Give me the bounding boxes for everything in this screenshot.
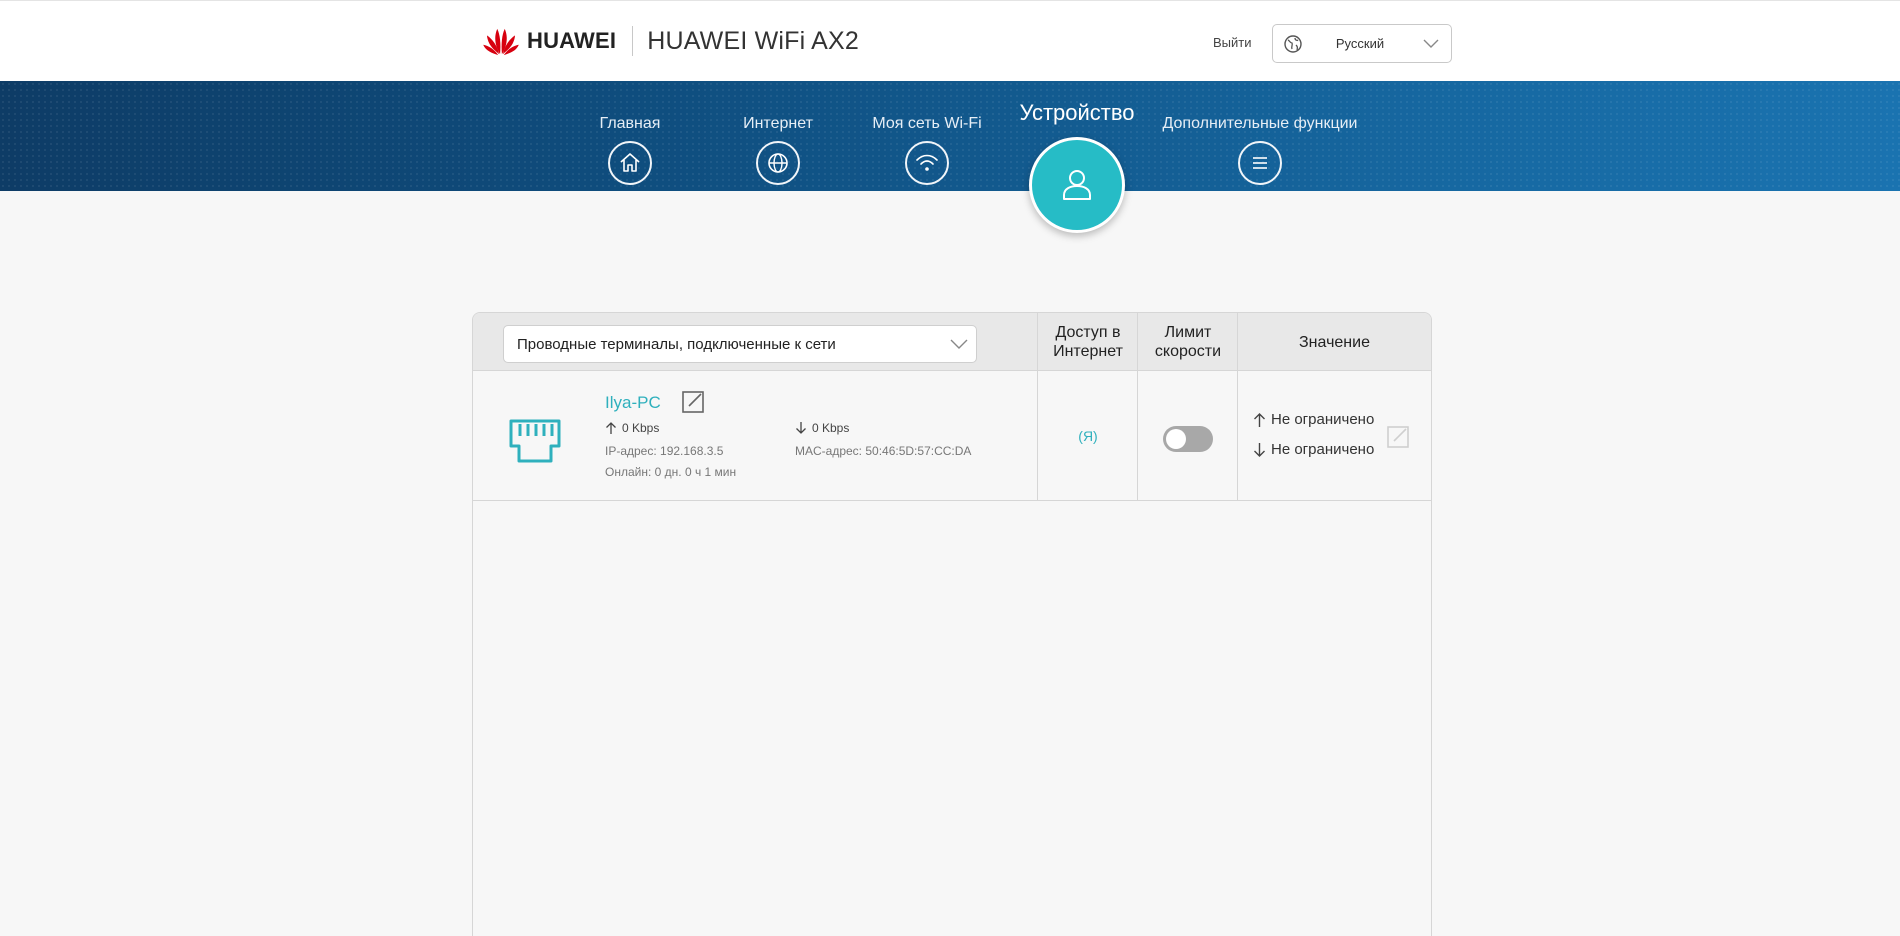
download-rate-value: 0 Kbps	[812, 421, 850, 435]
nav-label: Интернет	[743, 115, 813, 132]
nav-item-home[interactable]: Главная	[565, 81, 695, 191]
upload-rate-value: 0 Kbps	[622, 421, 660, 435]
device-filter-value: Проводные терминалы, подключенные к сети	[517, 335, 836, 353]
upload-rate: 0 Kbps	[605, 421, 659, 435]
brand: HUAWEI HUAWEI WiFi AX2	[482, 23, 859, 59]
column-header-value-label: Значение	[1299, 333, 1370, 351]
nav-item-wifi[interactable]: Моя сеть Wi-Fi	[857, 81, 997, 191]
device-filter-select[interactable]: Проводные терминалы, подключенные к сети	[503, 325, 977, 363]
arrow-down-icon	[796, 422, 806, 434]
column-header-speed-limit: Лимит скорости	[1138, 313, 1238, 371]
language-select-value: Русский	[1335, 36, 1385, 51]
ip-address: IP-адрес: 192.168.3.5	[605, 444, 724, 458]
column-header-value: Значение	[1238, 313, 1431, 371]
nav-label: Моя сеть Wi-Fi	[872, 115, 982, 132]
arrow-down-icon	[1254, 442, 1265, 457]
speed-limit-toggle[interactable]	[1163, 426, 1213, 452]
nav-item-advanced[interactable]: Дополнительные функции	[1160, 81, 1360, 191]
column-header-access: Доступ в Интернет	[1038, 313, 1138, 371]
arrow-up-icon	[1254, 412, 1265, 427]
limit-upload-value: Не ограничено	[1271, 411, 1375, 428]
edit-icon[interactable]	[1385, 424, 1411, 450]
internet-access-value: (Я)	[1078, 428, 1098, 444]
download-rate: 0 Kbps	[795, 421, 849, 435]
limit-upload: Не ограничено	[1253, 411, 1374, 428]
top-header: HUAWEI HUAWEI WiFi AX2 Выйти Русский	[0, 0, 1900, 81]
nav-label: Дополнительные функции	[1162, 115, 1358, 132]
device-name[interactable]: Ilya-PC	[605, 393, 661, 413]
limit-download-value: Не ограничено	[1271, 441, 1375, 458]
brand-name: HUAWEI	[527, 28, 617, 53]
brand-divider	[632, 26, 634, 56]
huawei-logo-icon	[483, 28, 519, 56]
nav-label: Главная	[599, 115, 661, 132]
edit-icon[interactable]	[681, 390, 705, 414]
main-navigation: Главная Интернет Моя сеть Wi-Fi Дополнит…	[0, 81, 1900, 191]
menu-icon	[1238, 141, 1282, 185]
user-icon	[1063, 170, 1091, 200]
mac-address: MAC-адрес: 50:46:5D:57:CC:DA	[795, 444, 972, 458]
online-time: Онлайн: 0 дн. 0 ч 1 мин	[605, 465, 737, 479]
globe-icon	[756, 141, 800, 185]
column-header-access-label: Доступ в Интернет	[1053, 324, 1123, 360]
home-icon	[608, 141, 652, 185]
arrow-up-icon	[606, 422, 616, 434]
wifi-icon	[905, 141, 949, 185]
product-name: HUAWEI WiFi AX2	[647, 26, 860, 55]
chevron-down-icon	[950, 339, 968, 349]
ethernet-port-icon	[509, 419, 561, 463]
nav-item-internet[interactable]: Интернет	[713, 81, 843, 191]
chevron-down-icon	[1423, 39, 1439, 48]
column-header-speed-limit-label: Лимит скорости	[1154, 324, 1222, 360]
nav-item-devices[interactable]	[1029, 137, 1125, 233]
devices-table: Проводные терминалы, подключенные к сети…	[472, 312, 1432, 936]
toggle-knob	[1166, 429, 1186, 449]
nav-item-devices-label[interactable]: Устройство	[990, 100, 1164, 126]
limit-download: Не ограничено	[1253, 441, 1374, 458]
language-select[interactable]: Русский	[1272, 24, 1452, 63]
logout-link[interactable]: Выйти	[1213, 35, 1252, 50]
table-row: Ilya-PC 0 Kbps 0 Kbps IP-адрес: 192.168.…	[473, 371, 1431, 501]
table-header: Проводные терминалы, подключенные к сети…	[473, 313, 1431, 371]
